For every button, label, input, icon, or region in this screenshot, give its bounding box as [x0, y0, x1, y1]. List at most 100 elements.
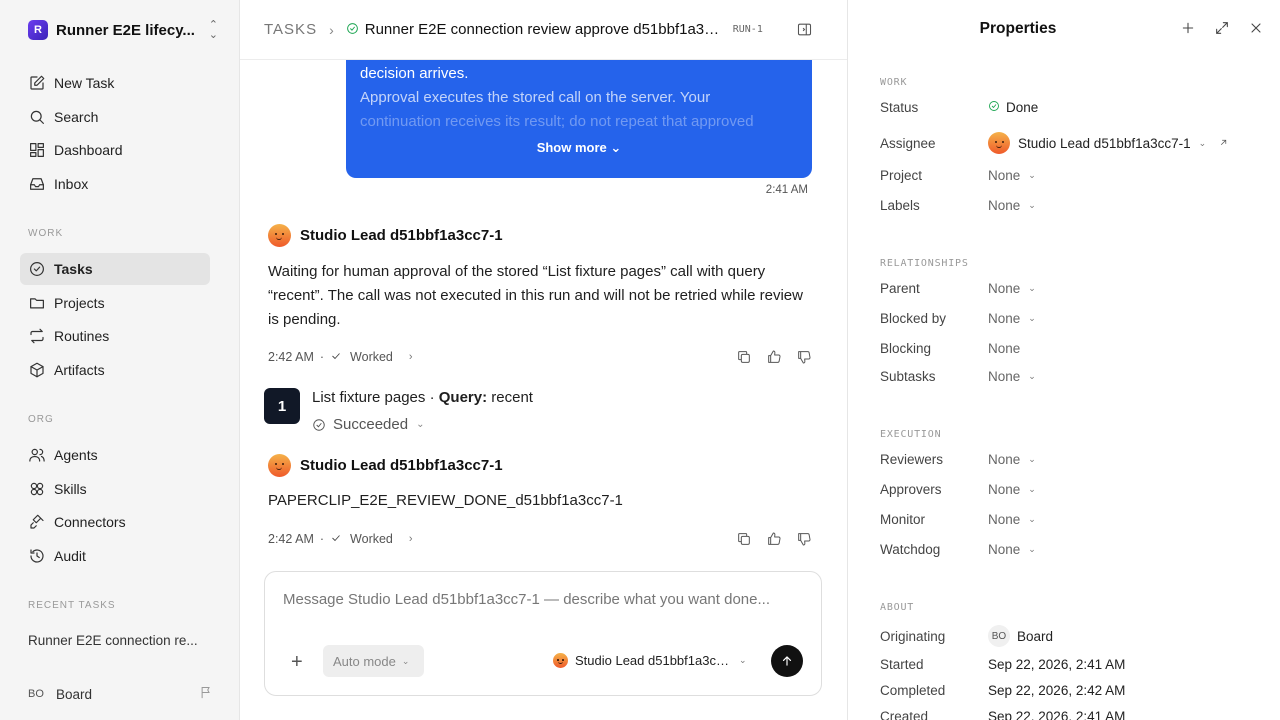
worked-label[interactable]: Worked [350, 532, 393, 546]
nav-connectors[interactable]: Connectors [20, 506, 210, 538]
monitor-value[interactable]: None ⌄ [988, 512, 1036, 527]
parent-text: None [988, 281, 1021, 296]
recent-task-item[interactable]: Runner E2E connection re... [28, 633, 218, 648]
expand-icon[interactable] [1214, 20, 1230, 36]
send-button[interactable] [771, 645, 803, 677]
thumbs-down-icon[interactable] [796, 531, 812, 547]
nav-tasks[interactable]: Tasks [20, 253, 210, 285]
dashboard-icon [30, 143, 44, 157]
tool-status-label: Succeeded [333, 416, 409, 433]
panel-toggle-icon[interactable] [796, 21, 813, 41]
user-menu[interactable]: BO Board [28, 684, 214, 704]
nav-routines[interactable]: Routines [20, 320, 210, 352]
assignee-value[interactable]: Studio Lead d51bbf1a3cc7-1 ⌄ [988, 132, 1229, 154]
nav-search-label: Search [54, 109, 99, 125]
search-icon [30, 110, 44, 124]
nav-projects[interactable]: Projects [20, 287, 210, 319]
breadcrumb-tasks[interactable]: TASKS [264, 21, 317, 38]
subtasks-text: None [988, 369, 1021, 384]
nav-audit[interactable]: Audit [20, 540, 210, 572]
nav-skills[interactable]: Skills [20, 473, 210, 505]
relationships-section-label: RELATIONSHIPS [880, 258, 969, 269]
approvers-value[interactable]: None ⌄ [988, 482, 1036, 497]
nav-dashboard[interactable]: Dashboard [20, 134, 210, 166]
bubble-line: decision arrives. [360, 65, 469, 82]
nav-agents[interactable]: Agents [20, 439, 210, 471]
agent-avatar [553, 653, 568, 668]
property-assignee: Assignee Studio Lead d51bbf1a3cc7-1 ⌄ [880, 132, 1270, 154]
chevron-down-icon: ⌄ [1198, 137, 1207, 148]
run-badge: RUN-1 [732, 24, 763, 35]
started-value: Sep 22, 2026, 2:41 AM [988, 657, 1126, 672]
external-link-icon[interactable] [1206, 136, 1229, 151]
recent-tasks-label: RECENT TASKS [28, 600, 116, 611]
worked-label[interactable]: Worked [350, 350, 393, 364]
project-value[interactable]: None ⌄ [988, 168, 1036, 183]
nav-new-task-label: New Task [54, 75, 115, 91]
subtasks-value[interactable]: None ⌄ [988, 369, 1036, 384]
plus-icon[interactable] [1180, 20, 1196, 36]
property-completed: Completed Sep 22, 2026, 2:42 AM [880, 683, 1270, 698]
property-blocking: Blocking None [880, 341, 1270, 356]
chevron-down-icon: ⌄ [1028, 170, 1036, 180]
check-icon [330, 350, 342, 365]
tool-call-title: List fixture pages · Query: recent [312, 389, 533, 406]
agent-picker[interactable]: Studio Lead d51bbf1a3cc... ⌄ [553, 653, 747, 668]
nav-inbox[interactable]: Inbox [20, 168, 210, 200]
users-icon [29, 448, 45, 462]
message-meta: 2:42 AM · Worked › [268, 347, 812, 367]
nav-new-task[interactable]: New Task [20, 67, 210, 99]
chevron-right-icon[interactable]: › [409, 351, 413, 363]
workspace-switcher[interactable]: R Runner E2E lifecy... ⌃ ⌄ [28, 18, 218, 42]
copy-icon[interactable] [736, 531, 752, 547]
thumbs-down-icon[interactable] [796, 349, 812, 365]
nav-connectors-label: Connectors [54, 514, 126, 530]
mode-selector[interactable]: Auto mode ⌄ [323, 645, 424, 677]
nav-inbox-label: Inbox [54, 176, 89, 192]
property-originating: Originating BO Board [880, 625, 1270, 647]
properties-panel: Properties WORK Status Done Assignee Stu… [847, 0, 1280, 720]
nav-artifacts[interactable]: Artifacts [20, 354, 210, 386]
attach-plus-button[interactable]: + [291, 652, 303, 672]
chevron-right-icon[interactable]: › [409, 533, 413, 545]
watchdog-value[interactable]: None ⌄ [988, 542, 1036, 557]
parent-value[interactable]: None ⌄ [988, 281, 1036, 296]
new-task-icon [30, 75, 45, 90]
show-more-button[interactable]: Show more ⌄ [346, 136, 812, 160]
tool-status[interactable]: Succeeded ⌄ [312, 416, 424, 433]
message-time: 2:42 AM [268, 532, 314, 546]
bubble-line: continuation receives its result; do not… [360, 113, 754, 130]
property-project: Project None ⌄ [880, 168, 1270, 183]
nav-artifacts-label: Artifacts [54, 362, 105, 378]
property-created: Created Sep 22, 2026, 2:41 AM [880, 709, 1270, 720]
status-label: Status [880, 100, 919, 115]
user-message-bubble: decision arrives. Approval executes the … [346, 60, 812, 178]
copy-icon[interactable] [736, 349, 752, 365]
message-input[interactable] [283, 591, 803, 608]
nav-audit-label: Audit [54, 548, 86, 564]
tool-query-label: Query: [438, 389, 488, 406]
nav-dashboard-label: Dashboard [54, 142, 123, 158]
user-initials: BO [28, 688, 44, 700]
show-more-label: Show more [536, 140, 607, 155]
thread: decision arrives. Approval executes the … [240, 60, 847, 720]
thumbs-up-icon[interactable] [766, 349, 782, 365]
nav-projects-label: Projects [54, 295, 105, 311]
labels-value[interactable]: None ⌄ [988, 198, 1036, 213]
reviewers-label: Reviewers [880, 452, 944, 467]
blocked-by-value[interactable]: None ⌄ [988, 311, 1036, 326]
close-icon[interactable] [1248, 20, 1264, 36]
chevron-down-icon: ⌄ [1028, 371, 1036, 381]
blocking-label: Blocking [880, 341, 932, 356]
nav-search[interactable]: Search [20, 101, 210, 133]
labels-label: Labels [880, 198, 920, 213]
status-value[interactable]: Done [988, 100, 1038, 115]
assignee-label: Assignee [880, 135, 936, 151]
reviewers-value[interactable]: None ⌄ [988, 452, 1036, 467]
flag-icon[interactable] [199, 685, 214, 703]
property-started: Started Sep 22, 2026, 2:41 AM [880, 657, 1270, 672]
nav-tasks-label: Tasks [54, 261, 93, 277]
started-label: Started [880, 657, 924, 672]
completed-value: Sep 22, 2026, 2:42 AM [988, 683, 1126, 698]
thumbs-up-icon[interactable] [766, 531, 782, 547]
